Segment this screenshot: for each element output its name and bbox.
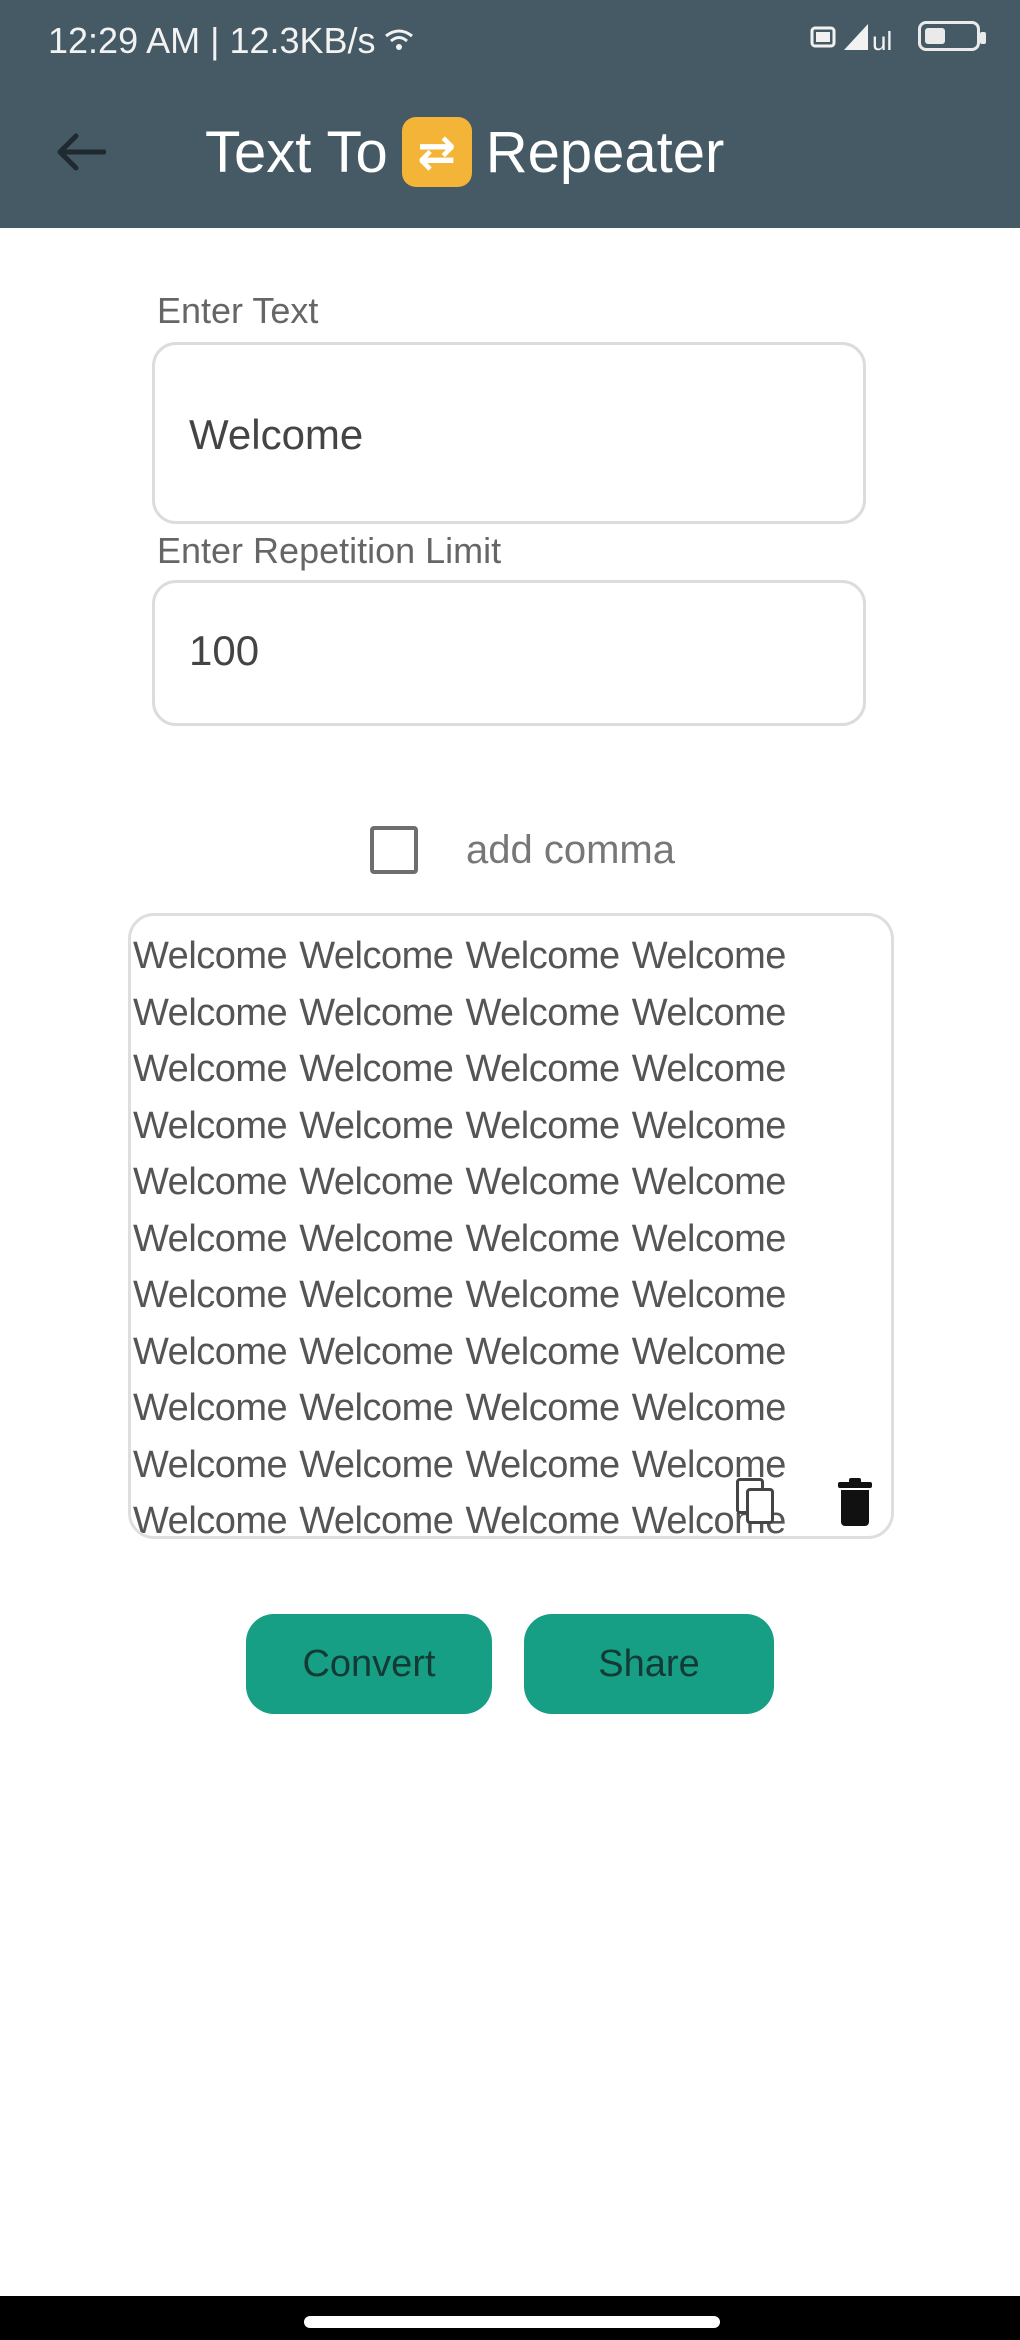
arrow-left-icon <box>57 133 106 171</box>
wifi-icon <box>384 29 413 50</box>
status-icons: ul <box>810 20 986 52</box>
output-textarea[interactable]: Welcome Welcome Welcome Welcome Welcome … <box>128 913 894 1539</box>
status-time-text: 12:29 AM | 12.3KB/s <box>48 20 376 61</box>
text-input-value: Welcome <box>189 411 364 458</box>
battery-icon <box>918 21 986 51</box>
share-button[interactable]: Share <box>524 1614 774 1714</box>
signal-icon: ul <box>810 24 892 52</box>
home-indicator[interactable] <box>304 2316 720 2328</box>
page-title: Text To ⇄ Repeater <box>205 112 724 192</box>
repetition-limit-value: 100 <box>189 627 260 674</box>
text-input[interactable]: Welcome <box>152 342 866 524</box>
copy-icon[interactable] <box>736 1478 774 1524</box>
back-button[interactable] <box>40 112 120 192</box>
repetition-limit-label: Enter Repetition Limit <box>157 530 502 571</box>
status-time: 12:29 AM | 12.3KB/s <box>48 20 414 62</box>
enter-text-label: Enter Text <box>157 290 319 331</box>
title-text-before: Text To <box>205 119 388 185</box>
convert-button[interactable]: Convert <box>246 1614 492 1714</box>
repetition-limit-input[interactable]: 100 <box>152 580 866 726</box>
add-comma-label: add comma <box>466 827 675 872</box>
trash-icon[interactable] <box>838 1478 872 1526</box>
repeat-icon: ⇄ <box>401 117 472 187</box>
system-nav-bar <box>0 2296 1020 2340</box>
svg-text:ul: ul <box>872 26 892 52</box>
add-comma-row: add comma <box>370 820 675 880</box>
add-comma-checkbox[interactable] <box>370 826 418 874</box>
app-bar: 12:29 AM | 12.3KB/s ul Text To ⇄ Repeate… <box>0 0 1020 228</box>
title-text-after: Repeater <box>485 119 725 185</box>
output-text: Welcome Welcome Welcome Welcome Welcome … <box>133 935 786 1539</box>
